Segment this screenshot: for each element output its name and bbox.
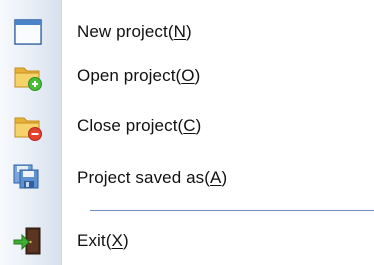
menu-item-save-as[interactable]: Project saved as(A) [0,157,374,199]
mnemonic-key: A [210,168,222,187]
menu-item-label: Exit(X) [77,231,129,250]
menu-item-label: Close project(C) [77,116,202,135]
menu-item-label: Project saved as(A) [77,168,228,187]
menu-item-label: Open project(O) [77,66,201,85]
menu-item-close-project[interactable]: Close project(C) [0,105,374,147]
new-project-icon [12,16,44,48]
mnemonic-key: C [183,116,196,135]
mnemonic-key: N [173,22,187,41]
exit-door-icon [12,225,44,257]
mnemonic-key: O [181,66,195,85]
open-folder-add-icon [12,60,44,92]
mnemonic-key: X [111,231,123,250]
menu-item-label: New project(N) [77,22,192,41]
file-menu: New project(N) Open project(O) Close pro… [0,0,374,265]
menu-item-new-project[interactable]: New project(N) [0,11,374,53]
menu-item-open-project[interactable]: Open project(O) [0,55,374,97]
close-folder-remove-icon [12,110,44,142]
menu-item-exit[interactable]: Exit(X) [0,220,374,262]
save-as-icon [12,162,44,194]
menu-separator [90,210,374,211]
